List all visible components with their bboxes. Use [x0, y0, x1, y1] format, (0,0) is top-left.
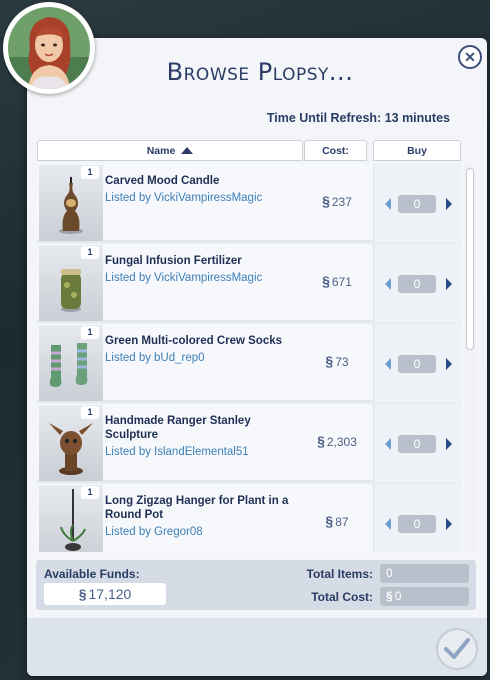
seller-link[interactable]: Listed by VickiVampiressMagic	[105, 192, 262, 204]
increase-quantity-button[interactable]	[446, 198, 452, 210]
item-cost: § 237	[322, 193, 352, 209]
item-name: Carved Mood Candle	[105, 175, 220, 187]
item-name: Long Zigzag Hanger for Plant in a Round …	[105, 495, 289, 521]
column-header-name-label: Name	[146, 144, 176, 157]
table-row[interactable]: 1 Long Zigzag Hanger for Plant in a Roun…	[37, 484, 461, 552]
increase-quantity-button[interactable]	[446, 358, 452, 370]
checkmark-icon	[444, 638, 470, 659]
decrease-quantity-button[interactable]	[385, 198, 391, 210]
scrollbar-thumb[interactable]	[466, 168, 474, 350]
quantity-value[interactable]: 0	[398, 515, 436, 533]
stock-badge: 1	[81, 246, 99, 259]
quantity-stepper: 0	[373, 324, 461, 402]
sim-portrait-avatar	[3, 2, 95, 94]
increase-quantity-button[interactable]	[446, 278, 452, 290]
close-button[interactable]: ✕	[458, 45, 482, 69]
item-cost: § 73	[325, 353, 349, 369]
stock-badge: 1	[81, 486, 99, 499]
total-items-value: 0	[380, 564, 469, 583]
increase-quantity-button[interactable]	[446, 438, 452, 450]
table-row[interactable]: 1 Handmade Ranger Stanley Sculpture List…	[37, 404, 461, 482]
stock-badge: 1	[81, 326, 99, 339]
seller-link[interactable]: Listed by VickiVampiressMagic	[105, 272, 262, 284]
close-icon: ✕	[464, 48, 476, 65]
sort-ascending-icon	[181, 147, 194, 154]
seller-link[interactable]: Listed by Gregor08	[105, 526, 203, 538]
item-name: Fungal Infusion Fertilizer	[105, 255, 242, 267]
seller-link[interactable]: Listed by bUd_rep0	[105, 352, 205, 364]
item-cost: § 671	[322, 273, 352, 289]
table-row[interactable]: 1 Green Multi-colored Crew Socks Listed …	[37, 324, 461, 402]
total-cost-label: Total Cost:	[311, 590, 373, 604]
decrease-quantity-button[interactable]	[385, 278, 391, 290]
decrease-quantity-button[interactable]	[385, 438, 391, 450]
stock-badge: 1	[81, 166, 99, 179]
decrease-quantity-button[interactable]	[385, 358, 391, 370]
item-cost: § 2,303	[317, 433, 357, 449]
increase-quantity-button[interactable]	[446, 518, 452, 530]
total-items-label: Total Items:	[306, 567, 373, 581]
quantity-stepper: 0	[373, 484, 461, 552]
column-header-name[interactable]: Name	[37, 140, 303, 161]
decrease-quantity-button[interactable]	[385, 518, 391, 530]
available-funds-label: Available Funds:	[44, 567, 140, 581]
item-list: 1 Carved Mood Candle Listed by VickiVampi…	[37, 164, 461, 552]
column-header-buy[interactable]: Buy	[373, 140, 461, 161]
column-header-buy-label: Buy	[407, 144, 427, 157]
item-name: Green Multi-colored Crew Socks	[105, 335, 283, 347]
refresh-timer: Time Until Refresh: 13 minutes	[266, 111, 450, 125]
total-cost-value: § 0	[380, 587, 469, 606]
quantity-stepper: 0	[373, 404, 461, 482]
quantity-value[interactable]: 0	[398, 435, 436, 453]
quantity-value[interactable]: 0	[398, 275, 436, 293]
dialog-title: Browse Plopsy...	[166, 58, 354, 86]
stock-badge: 1	[81, 406, 99, 419]
quantity-stepper: 0	[373, 244, 461, 322]
quantity-value[interactable]: 0	[398, 355, 436, 373]
quantity-value[interactable]: 0	[398, 195, 436, 213]
table-row[interactable]: 1 Fungal Infusion Fertilizer Listed by Vi…	[37, 244, 461, 322]
table-row[interactable]: 1 Carved Mood Candle Listed by VickiVampi…	[37, 164, 461, 242]
item-cost: § 87	[325, 513, 349, 529]
item-name: Handmade Ranger Stanley Sculpture	[105, 415, 251, 441]
available-funds-value: § 17,120	[44, 583, 166, 605]
seller-link[interactable]: Listed by IslandElemental51	[105, 446, 249, 458]
column-header-cost[interactable]: Cost:	[304, 140, 367, 161]
column-header-cost-label: Cost:	[322, 144, 349, 157]
dialog-footer	[27, 618, 487, 676]
quantity-stepper: 0	[373, 164, 461, 242]
confirm-button[interactable]	[436, 628, 478, 670]
